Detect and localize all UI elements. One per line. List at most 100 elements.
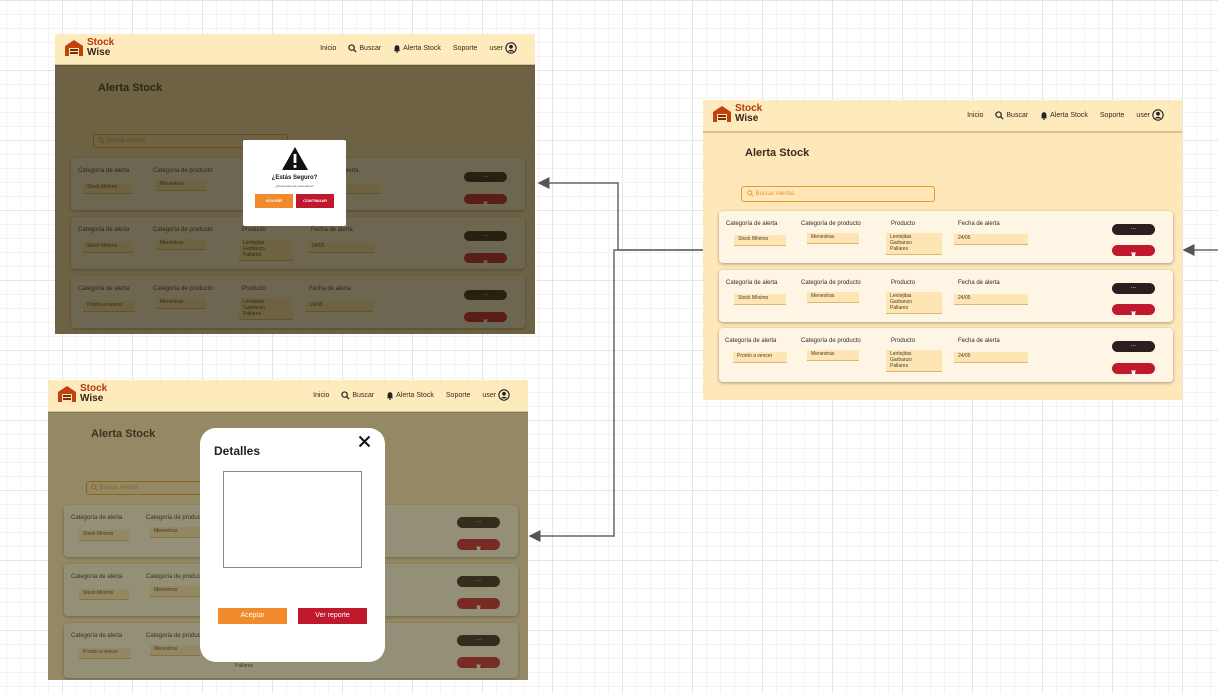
frame-alert-stock: Stock Wise Inicio Buscar Alerta Stock So… bbox=[703, 100, 1182, 400]
label-producto: Producto bbox=[891, 221, 916, 227]
label-categoria-producto: Categoría de producto bbox=[801, 221, 861, 227]
details-modal: Detalles Aceptar Ver reporte bbox=[200, 428, 385, 662]
alert-card: Categoría de alerta Categoría de product… bbox=[719, 328, 1173, 382]
label-fecha: Fecha de alerta bbox=[958, 338, 1000, 344]
value-categoria-producto: Menestras bbox=[807, 233, 859, 244]
label-categoria: Categoría de alerta bbox=[725, 338, 777, 344]
navbar: Stock Wise Inicio Buscar Alerta Stock So… bbox=[55, 34, 535, 66]
nav-alerta-label: Alerta Stock bbox=[396, 391, 434, 399]
bell-icon bbox=[386, 391, 394, 400]
alert-card: Categoría de alerta Categoría de product… bbox=[719, 211, 1173, 263]
nav-inicio[interactable]: Inicio bbox=[320, 45, 336, 52]
warehouse-icon bbox=[64, 38, 84, 58]
value-categoria: Pronto a vencer bbox=[733, 352, 787, 363]
logo[interactable]: Stock Wise bbox=[64, 38, 114, 58]
confirm-modal: ¿Estás Seguro? ¿Desea eliminar esta aler… bbox=[243, 140, 346, 226]
logo[interactable]: Stock Wise bbox=[57, 384, 107, 404]
value-categoria-producto: Menestras bbox=[807, 292, 859, 303]
value-productos: Lentejitas Garbanzo Pallares bbox=[886, 233, 942, 256]
label-categoria-producto: Categoría de producto bbox=[801, 280, 861, 286]
label-categoria: Categoría de alerta bbox=[726, 221, 778, 227]
nav-soporte[interactable]: Soporte bbox=[1100, 112, 1125, 119]
logo[interactable]: Stock Wise bbox=[712, 104, 762, 124]
label-producto: Producto bbox=[891, 280, 916, 286]
nav-inicio[interactable]: Inicio bbox=[313, 392, 329, 399]
delete-button[interactable] bbox=[1112, 304, 1155, 317]
nav-user[interactable]: user bbox=[1136, 109, 1164, 121]
warehouse-icon bbox=[712, 104, 732, 124]
brand-wise: Wise bbox=[735, 113, 759, 124]
back-button[interactable]: VOLVER bbox=[255, 194, 293, 208]
page-title: Alerta Stock bbox=[745, 147, 810, 159]
search-icon bbox=[747, 189, 754, 199]
label-categoria: Categoría de alerta bbox=[726, 280, 778, 286]
value-categoria: Stock Mínimo bbox=[734, 235, 786, 246]
nav-buscar[interactable]: Buscar bbox=[995, 110, 1029, 120]
nav-user-label: user bbox=[482, 391, 497, 399]
more-button[interactable]: ... bbox=[1112, 224, 1155, 235]
nav-buscar[interactable]: Buscar bbox=[348, 43, 382, 53]
label-producto: Producto bbox=[891, 338, 916, 344]
details-title: Detalles bbox=[214, 444, 261, 458]
nav-soporte[interactable]: Soporte bbox=[446, 392, 471, 399]
product-item: Pallares bbox=[890, 362, 909, 369]
delete-button[interactable] bbox=[1112, 363, 1155, 376]
search-icon bbox=[995, 110, 1004, 120]
value-categoria-producto: Menestras bbox=[807, 350, 859, 361]
delete-button[interactable] bbox=[1112, 245, 1155, 258]
confirm-title: ¿Estás Seguro? bbox=[271, 175, 318, 181]
search-icon bbox=[348, 43, 357, 53]
alert-card: Categoría de alerta Categoría de product… bbox=[719, 270, 1173, 322]
continue-button[interactable]: CONTINUAR bbox=[296, 194, 334, 208]
nav-user[interactable]: user bbox=[482, 389, 510, 401]
brand-wise: Wise bbox=[80, 393, 104, 404]
nav-inicio[interactable]: Inicio bbox=[967, 112, 983, 119]
label-fecha: Fecha de alerta bbox=[958, 221, 1000, 227]
label-fecha: Fecha de alerta bbox=[958, 280, 1000, 286]
value-fecha: 24/05 bbox=[954, 234, 1028, 245]
nav-alerta-label: Alerta Stock bbox=[403, 44, 441, 52]
nav-buscar[interactable]: Buscar bbox=[341, 390, 375, 400]
nav-buscar-label: Buscar bbox=[359, 44, 382, 52]
nav-soporte[interactable]: Soporte bbox=[453, 45, 478, 52]
warehouse-icon bbox=[57, 384, 77, 404]
value-productos: Lentejitas Garbanzo Pallares bbox=[886, 350, 942, 373]
product-item: Pallares bbox=[890, 245, 909, 252]
brand-wise: Wise bbox=[87, 47, 111, 58]
nav-buscar-label: Buscar bbox=[352, 391, 375, 399]
user-circle-icon bbox=[1152, 109, 1164, 121]
nav-buscar-label: Buscar bbox=[1006, 111, 1029, 119]
report-button[interactable]: Ver reporte bbox=[298, 608, 367, 624]
value-categoria: Stock Mínimo bbox=[734, 294, 786, 305]
nav-alerta-label: Alerta Stock bbox=[1050, 111, 1088, 119]
connector-to-confirm bbox=[537, 177, 703, 251]
nav-alerta[interactable]: Alerta Stock bbox=[1040, 111, 1088, 120]
user-circle-icon bbox=[505, 42, 517, 54]
search-input[interactable]: Buscar Alertas bbox=[741, 186, 935, 202]
warning-icon bbox=[281, 146, 309, 176]
value-fecha: 24/05 bbox=[954, 352, 1028, 363]
nav-alerta[interactable]: Alerta Stock bbox=[393, 44, 441, 53]
accept-button[interactable]: Aceptar bbox=[218, 608, 287, 624]
more-button[interactable]: ... bbox=[1112, 341, 1155, 352]
nav-user-label: user bbox=[1136, 111, 1151, 119]
connector-to-details bbox=[528, 249, 703, 542]
navbar: Stock Wise Inicio Buscar Alerta Stock So… bbox=[703, 100, 1182, 133]
nav-user-label: user bbox=[489, 44, 504, 52]
frame-confirm-delete: Stock Wise Inicio Buscar Alerta Stock So… bbox=[55, 34, 535, 334]
trash-icon bbox=[1131, 245, 1136, 263]
nav-alerta[interactable]: Alerta Stock bbox=[386, 391, 434, 400]
bell-icon bbox=[1040, 111, 1048, 120]
user-circle-icon bbox=[498, 389, 510, 401]
details-textarea[interactable] bbox=[223, 471, 362, 568]
value-fecha: 24/05 bbox=[954, 294, 1028, 305]
navbar: Stock Wise Inicio Buscar Alerta Stock So… bbox=[48, 380, 528, 413]
nav-user[interactable]: user bbox=[489, 42, 517, 54]
search-placeholder: Buscar Alertas bbox=[755, 191, 795, 197]
trash-icon bbox=[1131, 304, 1136, 322]
search-icon bbox=[341, 390, 350, 400]
more-button[interactable]: ... bbox=[1112, 283, 1155, 294]
frame-details: Stock Wise Inicio Buscar Alerta Stock So… bbox=[48, 380, 528, 680]
trash-icon bbox=[1131, 363, 1136, 381]
close-icon[interactable] bbox=[358, 435, 371, 453]
